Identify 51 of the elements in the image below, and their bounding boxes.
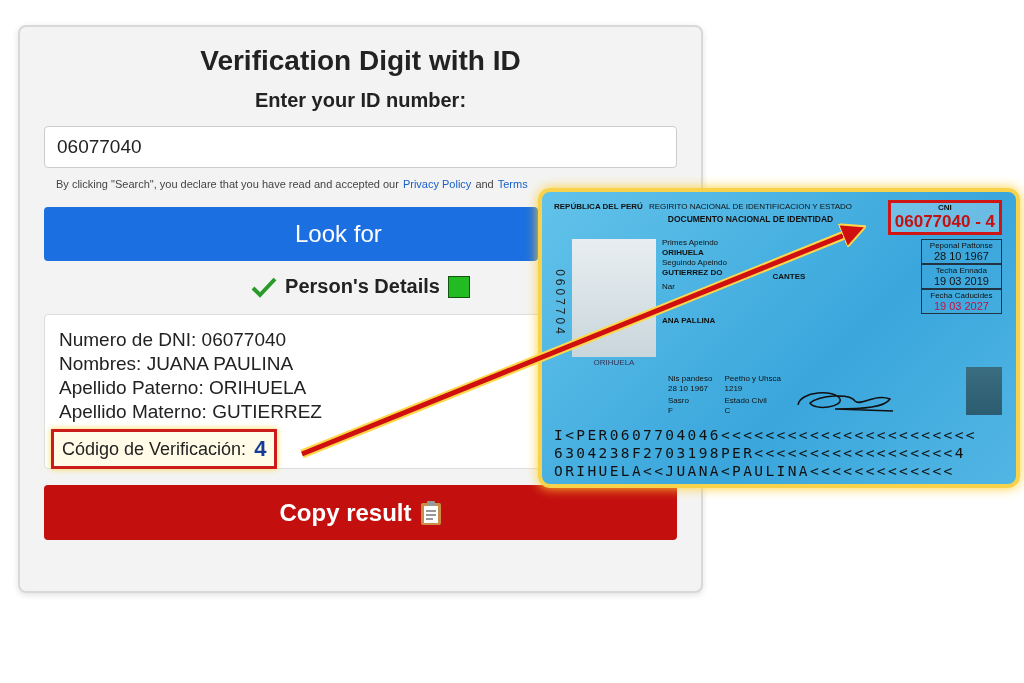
code-value: 4: [254, 436, 267, 462]
disclaimer-text: By clicking "Search", you declare that you have read and accepted our: [56, 178, 399, 190]
card-field-value: C: [724, 407, 732, 415]
card-side-number: 0607704: [553, 269, 567, 337]
card-field-label: Nis pandeso: [668, 375, 713, 383]
id-prompt: Enter your ID number:: [253, 89, 468, 112]
id-input-field[interactable]: 06077040: [44, 126, 677, 168]
card-date-label: Peponal Pattonse: [929, 241, 993, 250]
card-doc-type: DOCUMENTO NACIONAL DE IDENTIDAD: [667, 214, 834, 224]
disclaimer-text: and: [475, 178, 494, 190]
card-field-label: Peetho y Uhsca: [724, 375, 781, 383]
card-field-value: CANTES: [772, 273, 806, 281]
result-line: Numero de DNI: 06077040: [59, 329, 287, 351]
card-field-value: ORIHUELA: [662, 249, 704, 257]
code-label: Código de Verificación:: [62, 438, 247, 460]
page-title: Verification Digit with ID: [199, 45, 522, 77]
terms-link[interactable]: Terms: [497, 178, 528, 190]
card-field-label: Estado Civil: [724, 397, 768, 405]
result-line: Nombres: JUANA PAULINA: [59, 353, 294, 375]
result-line: Apellido Materno: GUTIERREZ: [59, 401, 322, 423]
search-button[interactable]: Look for: [44, 207, 538, 261]
mrz-line: ORIHUELA<<JUANA<PAULINA<<<<<<<<<<<<<: [554, 463, 956, 479]
card-field-label: Sasro: [668, 397, 690, 405]
card-field-value: GUTIERREZ DO: [662, 269, 723, 279]
card-field-value: ANA PALLINA: [662, 317, 716, 325]
photo-caption: ORIHUELA: [593, 358, 635, 367]
card-date-value: 28 10 1967: [933, 250, 989, 262]
card-registry: REGIRITO NACIONAL DE IDENTIFICACION Y ESTADO: [648, 202, 853, 211]
card-field-value: 28 10 1967: [668, 385, 710, 393]
privacy-policy-link[interactable]: Privacy Policy: [402, 178, 472, 190]
card-date-label: Techa Ennada: [935, 266, 987, 275]
check-icon: [251, 275, 278, 298]
card-field-label: Primes Apeindo: [662, 239, 720, 247]
card-country: REPÚBLICA DEL PERÚ: [554, 202, 643, 211]
mrz-line: I<PER0607704046<<<<<<<<<<<<<<<<<<<<<<<: [554, 427, 978, 443]
mrz-line: 6304238F2703198PER<<<<<<<<<<<<<<<<<<4: [554, 445, 967, 461]
card-date-label: Fecha Caducides: [930, 291, 993, 300]
card-field-value: F: [668, 407, 674, 415]
cni-label: CNI: [938, 203, 952, 212]
small-photo-placeholder: [966, 367, 1002, 415]
details-heading: Person's Details: [285, 275, 440, 298]
status-square-icon: [447, 275, 470, 298]
cni-number: 06077040 - 4: [894, 212, 995, 232]
card-date-value: 19 03 2019: [933, 275, 989, 287]
copy-result-button[interactable]: Copy result: [44, 485, 677, 540]
card-field-label: Seguindo Apeindo: [662, 259, 728, 267]
card-date-value: 19 03 2027: [933, 300, 989, 312]
card-field-value: 1219: [724, 385, 744, 393]
card-field-label: Nar: [662, 283, 676, 291]
clipboard-icon: [419, 499, 442, 526]
result-line: Apellido Paterno: ORIHUELA: [59, 377, 307, 399]
